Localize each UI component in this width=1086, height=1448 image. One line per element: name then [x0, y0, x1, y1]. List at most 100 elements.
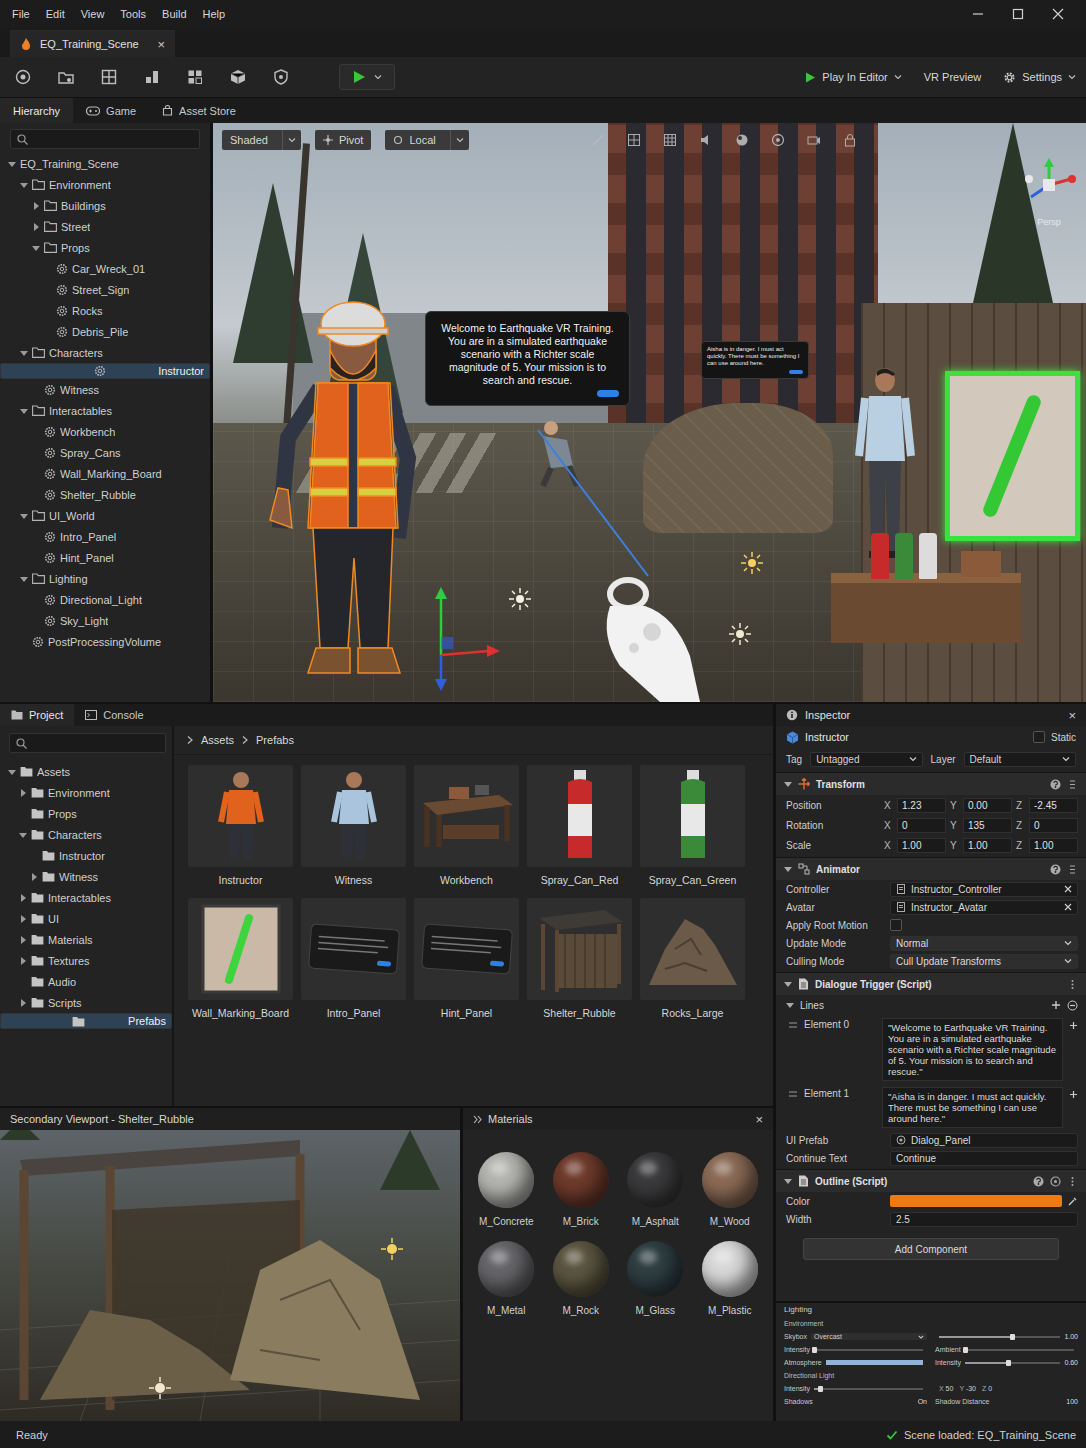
vector-field[interactable]: Y0.00: [950, 798, 1012, 813]
document-tab[interactable]: EQ_Training_Scene×: [10, 30, 175, 57]
prefab-asset[interactable]: Spray_Can_Red: [527, 765, 632, 890]
help-icon[interactable]: [1050, 779, 1061, 790]
hierarchy-item[interactable]: Lighting: [0, 568, 210, 589]
material-asset[interactable]: M_Rock: [544, 1241, 619, 1316]
collapsed-arrow-icon[interactable]: [19, 789, 27, 797]
close-panel-button[interactable]: ×: [755, 1112, 763, 1127]
project-folder[interactable]: Prefabs: [0, 1013, 172, 1029]
material-asset[interactable]: M_Concrete: [469, 1152, 544, 1227]
material-asset[interactable]: M_Brick: [544, 1152, 619, 1227]
component-settings-icon[interactable]: [1067, 864, 1078, 875]
build-tool-icon[interactable]: [144, 69, 160, 85]
hierarchy-item[interactable]: Witness: [0, 379, 210, 400]
layer-dropdown[interactable]: Default: [964, 752, 1076, 767]
hierarchy-item[interactable]: Sky_Light: [0, 610, 210, 631]
orientation-gizmo[interactable]: Persp: [1021, 157, 1077, 227]
menu-item[interactable]: Build: [154, 8, 194, 20]
prefab-asset[interactable]: Hint_Panel: [414, 898, 519, 1023]
prefab-asset[interactable]: Workbench: [414, 765, 519, 890]
eyedropper-icon[interactable]: [1068, 1196, 1078, 1206]
vector-field[interactable]: Z-2.45: [1016, 798, 1078, 813]
menu-item[interactable]: Edit: [38, 8, 73, 20]
static-checkbox[interactable]: [1033, 731, 1045, 743]
dropdown-field[interactable]: Overcast: [811, 1333, 927, 1340]
slider[interactable]: [814, 1388, 927, 1390]
maximize-icon[interactable]: [1012, 8, 1024, 20]
expanded-arrow-icon[interactable]: [784, 780, 792, 788]
expanded-arrow-icon[interactable]: [8, 160, 16, 168]
object-field[interactable]: Dialog_Panel: [890, 1133, 1078, 1148]
hierarchy-item[interactable]: Debris_Pile: [0, 321, 210, 342]
object-name-field[interactable]: Instructor: [805, 731, 849, 743]
dialogue-component-header[interactable]: Dialogue Trigger (Script): [776, 972, 1086, 995]
close-tab-button[interactable]: ×: [157, 37, 165, 52]
hierarchy-item[interactable]: Intro_Panel: [0, 526, 210, 547]
material-asset[interactable]: M_Glass: [618, 1241, 693, 1316]
play-in-editor-button[interactable]: Play In Editor: [805, 71, 901, 83]
project-folder[interactable]: Scripts: [0, 992, 172, 1013]
object-field[interactable]: Instructor_Avatar: [890, 900, 1078, 915]
expanded-arrow-icon[interactable]: [19, 831, 27, 839]
prefab-asset[interactable]: Shelter_Rubble: [527, 898, 632, 1023]
expanded-arrow-icon[interactable]: [20, 407, 28, 415]
menu-item[interactable]: View: [73, 8, 113, 20]
hierarchy-item[interactable]: Shelter_Rubble: [0, 484, 210, 505]
kebab-menu-icon[interactable]: [1067, 1176, 1078, 1187]
viewport-mode-button[interactable]: Shaded: [222, 130, 301, 150]
material-asset[interactable]: M_Metal: [469, 1241, 544, 1316]
close-panel-button[interactable]: ×: [1068, 708, 1076, 723]
expanded-arrow-icon[interactable]: [8, 768, 16, 776]
value-field[interactable]: 100: [1066, 1398, 1078, 1405]
light-source-icon[interactable]: [508, 587, 532, 611]
expanded-arrow-icon[interactable]: [20, 349, 28, 357]
add-element-icon[interactable]: [1051, 1000, 1061, 1010]
animator-component-header[interactable]: Animator: [776, 857, 1086, 880]
menu-item[interactable]: Help: [195, 8, 234, 20]
component-settings-icon[interactable]: [1067, 779, 1078, 790]
axis-orientation-icon[interactable]: [1021, 157, 1077, 213]
project-folder[interactable]: Instructor: [0, 845, 172, 866]
hierarchy-item[interactable]: Environment: [0, 174, 210, 195]
checkbox[interactable]: [890, 919, 902, 931]
slider[interactable]: 0.60: [965, 1359, 1078, 1366]
add-component-button[interactable]: Add Component: [803, 1238, 1059, 1260]
hierarchy-item[interactable]: Hint_Panel: [0, 547, 210, 568]
remove-element-icon[interactable]: [1067, 1000, 1078, 1011]
drag-handle-icon[interactable]: [788, 1090, 798, 1098]
collapsed-arrow-icon[interactable]: [19, 936, 27, 944]
text-area[interactable]: "Welcome to Earthquake VR Training. You …: [882, 1018, 1063, 1081]
collapsed-arrow-icon[interactable]: [32, 223, 40, 231]
panel-tab[interactable]: Project: [0, 704, 74, 726]
grid-tool-icon[interactable]: [101, 69, 117, 85]
panel-tab[interactable]: Asset Store: [149, 98, 249, 123]
shield-icon[interactable]: [273, 69, 289, 85]
vector-field[interactable]: Z0: [1016, 818, 1078, 833]
menu-item[interactable]: Tools: [112, 8, 154, 20]
viewport-mode-button[interactable]: Local: [385, 130, 468, 150]
close-window-icon[interactable]: [1052, 8, 1064, 20]
expanded-arrow-icon[interactable]: [20, 512, 28, 520]
project-folder[interactable]: Assets: [0, 761, 172, 782]
panel-tab[interactable]: Hierarchy: [0, 98, 73, 123]
hierarchy-item[interactable]: Car_Wreck_01: [0, 258, 210, 279]
material-asset[interactable]: M_Wood: [693, 1152, 768, 1227]
package-icon[interactable]: [230, 69, 246, 85]
dropdown-field[interactable]: Normal: [890, 936, 1078, 951]
vector-field[interactable]: Y1.00: [950, 838, 1012, 853]
clear-field-icon[interactable]: [1064, 903, 1072, 911]
effects-icon[interactable]: [735, 133, 749, 147]
hierarchy-item[interactable]: Spray_Cans: [0, 442, 210, 463]
add-element-icon[interactable]: [1069, 1021, 1078, 1030]
hierarchy-item[interactable]: Rocks: [0, 300, 210, 321]
frame-icon[interactable]: [627, 133, 641, 147]
viewport-mode-button[interactable]: Pivot: [315, 130, 371, 150]
text-area[interactable]: "Aisha is in danger. I must act quickly.…: [882, 1087, 1063, 1128]
layout-tool-icon[interactable]: [187, 69, 203, 85]
expanded-arrow-icon[interactable]: [32, 244, 40, 252]
transform-gizmo-icon[interactable]: [411, 585, 501, 695]
scene-viewport[interactable]: Welcome to Earthquake VR Training. You a…: [213, 123, 1086, 702]
tag-dropdown[interactable]: Untagged: [810, 752, 922, 767]
prefab-asset[interactable]: Wall_Marking_Board: [188, 898, 293, 1023]
expanded-arrow-icon[interactable]: [20, 575, 28, 583]
collapsed-arrow-icon[interactable]: [19, 894, 27, 902]
